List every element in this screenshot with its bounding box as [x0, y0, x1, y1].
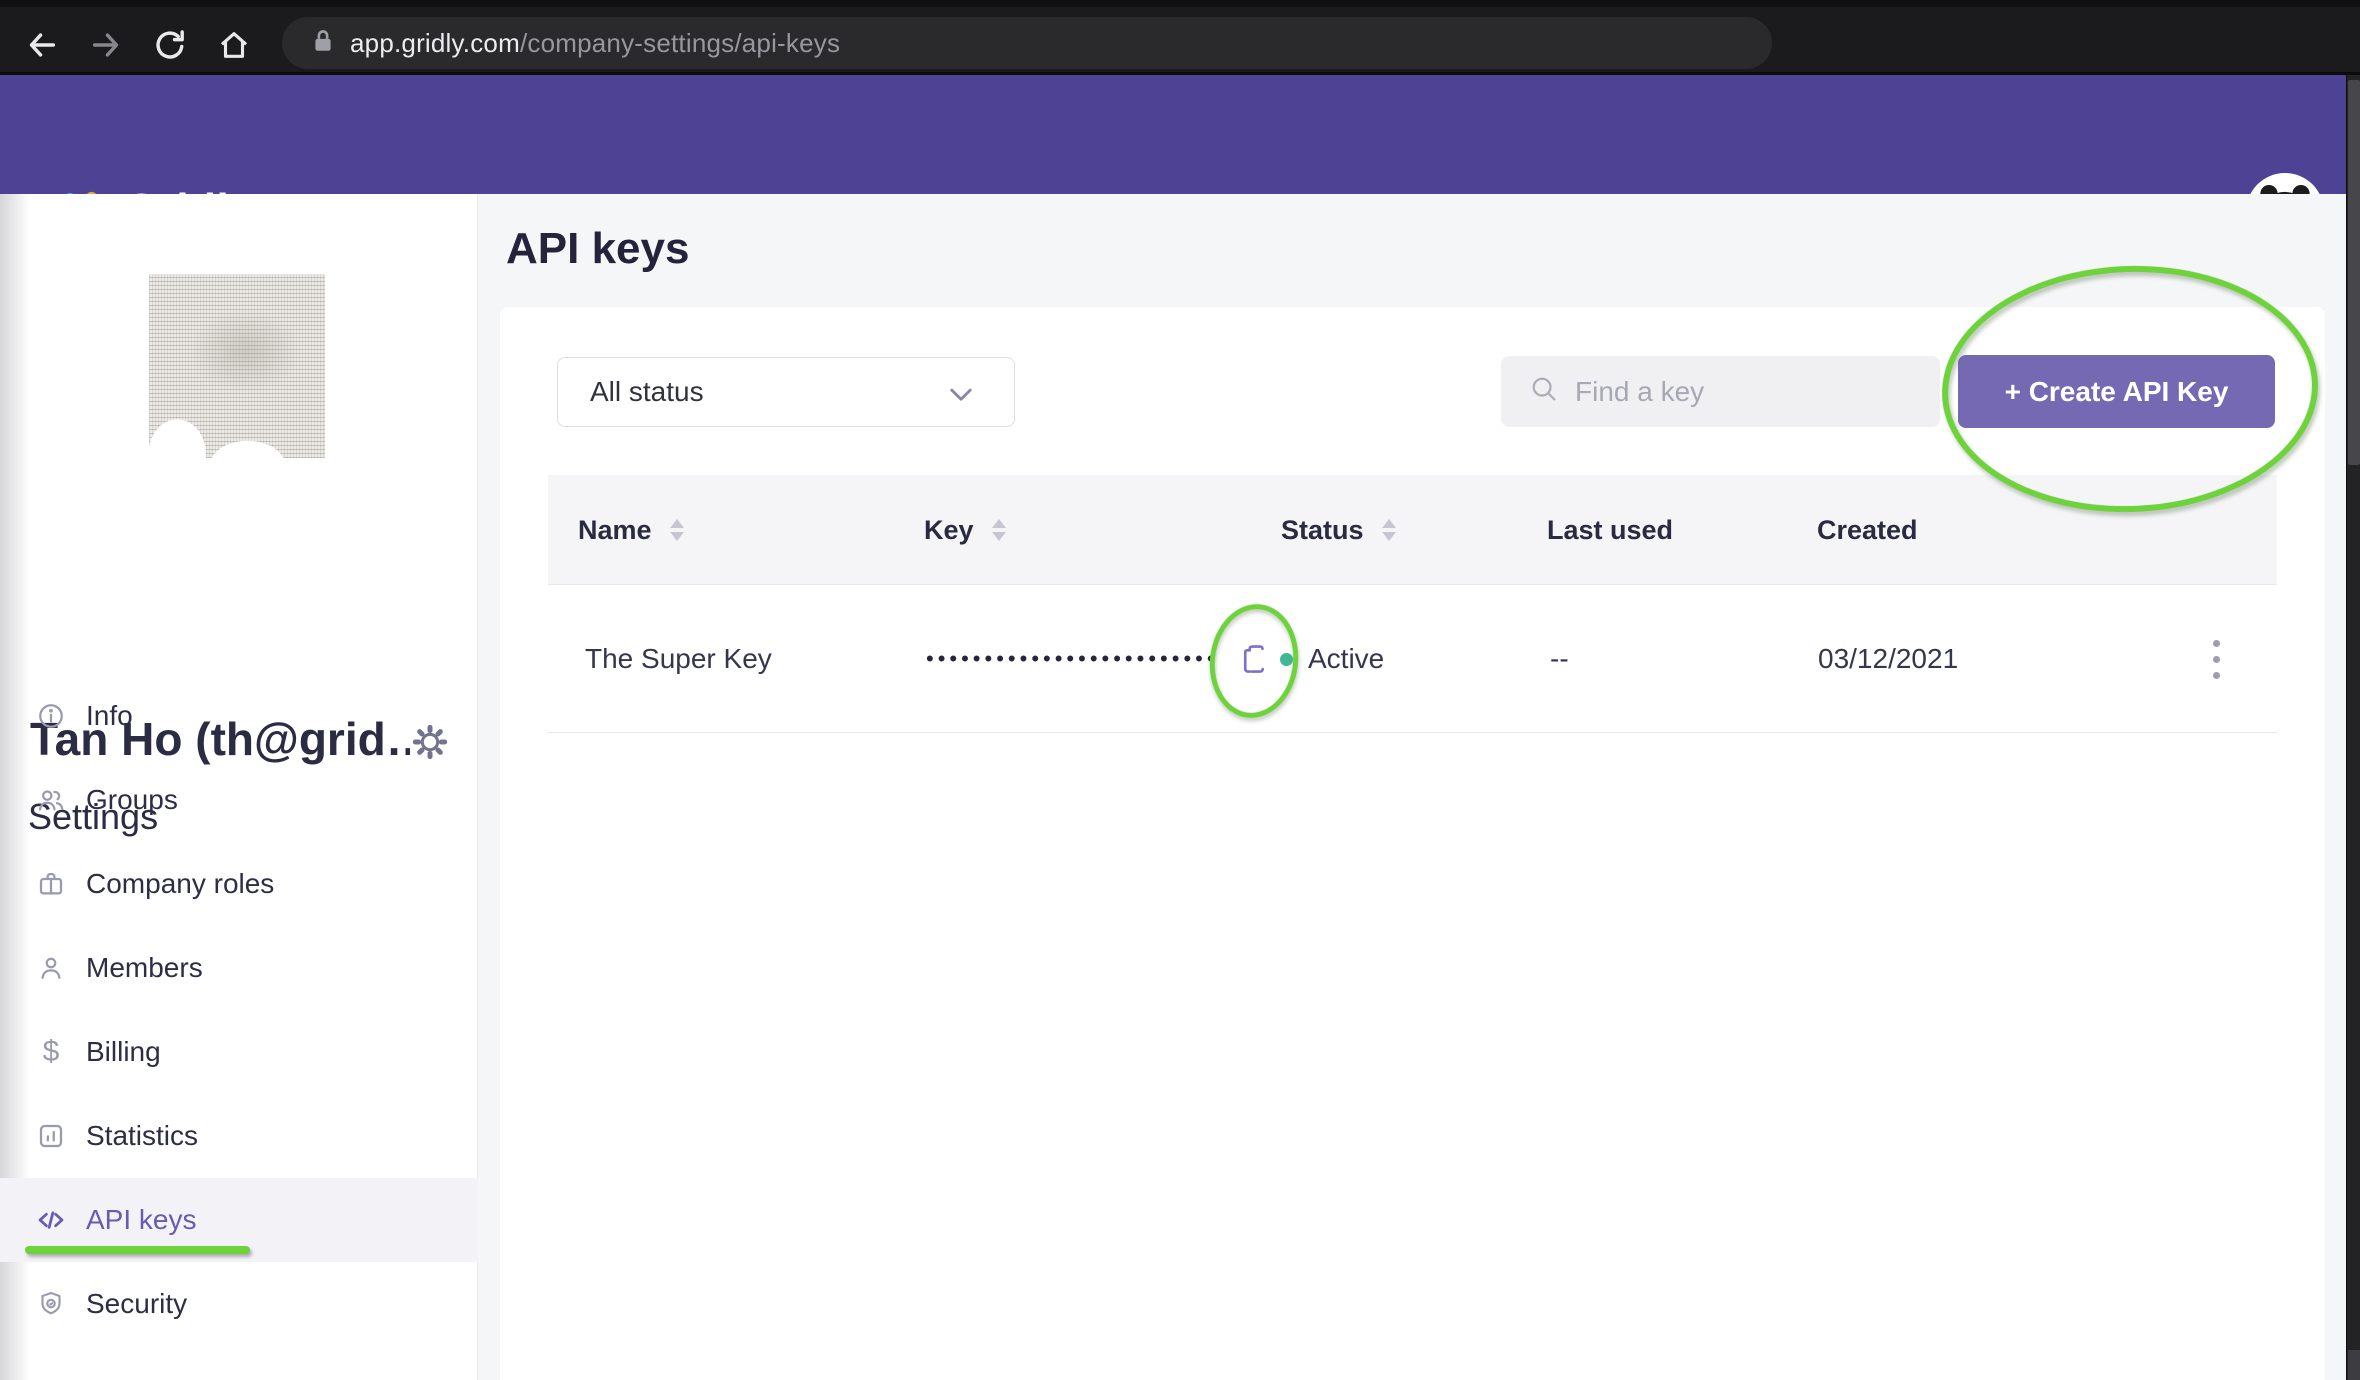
page-scrollbar [2346, 75, 2360, 1380]
column-label: Key [924, 515, 974, 546]
api-keys-panel: All status + Create API Key Name Key [500, 307, 2325, 1380]
sidebar-item-label: Security [86, 1288, 187, 1320]
sidebar-item-label: Company roles [86, 868, 274, 900]
masked-key-cell: ••••••••••••••••••••••••• [926, 585, 1219, 733]
url-host: app.gridly.com [350, 28, 520, 58]
sidebar-item-label: Members [86, 952, 203, 984]
url-path: /company-settings/api-keys [520, 28, 840, 58]
status-cell: Active [1308, 585, 1384, 733]
chevron-down-icon [948, 387, 974, 408]
column-label: Created [1817, 515, 1918, 546]
sidebar-item-members[interactable]: Members [0, 926, 478, 1010]
status-filter-select[interactable]: All status [557, 357, 1015, 427]
key-name-cell: The Super Key [585, 585, 772, 733]
member-icon [36, 953, 66, 983]
sidebar-item-label: Statistics [86, 1120, 198, 1152]
last-used-cell: -- [1550, 585, 1569, 733]
browser-chrome: app.gridly.com/company-settings/api-keys [0, 0, 2360, 75]
sort-icon[interactable] [992, 519, 1006, 541]
app-header: Gridly Home Settings ? Feedback [0, 75, 2360, 194]
column-header-status: Status [1281, 475, 1396, 585]
row-actions-kebab-icon[interactable] [2194, 625, 2238, 693]
scrollbar-thumb[interactable] [2348, 80, 2360, 465]
lock-icon [312, 28, 334, 59]
address-bar[interactable]: app.gridly.com/company-settings/api-keys [282, 17, 1772, 69]
refresh-icon[interactable] [152, 27, 188, 63]
info-icon [36, 701, 66, 731]
copy-icon[interactable] [1232, 629, 1276, 689]
column-header-key: Key [924, 475, 1006, 585]
table-row: The Super Key ••••••••••••••••••••••••• … [548, 585, 2277, 733]
screen: app.gridly.com/company-settings/api-keys… [0, 0, 2360, 1380]
status-filter-value: All status [590, 376, 704, 408]
sort-icon[interactable] [1382, 519, 1396, 541]
forward-icon[interactable] [88, 27, 124, 63]
sidebar-item-info[interactable]: Info [0, 674, 478, 758]
groups-icon [36, 785, 66, 815]
statistics-icon [36, 1121, 66, 1151]
column-header-name: Name [578, 475, 684, 585]
sidebar-item-label: Info [86, 700, 133, 732]
url-text: app.gridly.com/company-settings/api-keys [350, 28, 840, 59]
briefcase-icon [36, 869, 66, 899]
sidebar-item-label: Billing [86, 1036, 161, 1068]
sidebar-item-groups[interactable]: Groups [0, 758, 478, 842]
annotation-underline [25, 1246, 250, 1254]
page-title: API keys [506, 224, 689, 274]
column-header-last-used: Last used [1547, 475, 1673, 585]
sidebar-item-label: API keys [86, 1204, 196, 1236]
sort-icon[interactable] [670, 519, 684, 541]
created-cell: 03/12/2021 [1818, 585, 1958, 733]
search-icon [1501, 374, 1559, 409]
code-icon [36, 1205, 66, 1235]
sidebar-item-billing[interactable]: $ Billing [0, 1010, 478, 1094]
sidebar-item-label: Groups [86, 784, 178, 816]
sidebar-item-statistics[interactable]: Statistics [0, 1094, 478, 1178]
dollar-icon: $ [36, 1037, 66, 1067]
create-api-key-button[interactable]: + Create API Key [1958, 355, 2275, 428]
home-icon[interactable] [216, 27, 252, 63]
search-field [1501, 356, 1940, 427]
table-header-row: Name Key Status Last used Created [548, 475, 2277, 585]
settings-sidebar: Tan Ho (th@grid… Settings Info [0, 194, 478, 1380]
scrollbar-bottom-cap [2348, 1350, 2360, 1380]
sidebar-item-company-roles[interactable]: Company roles [0, 842, 478, 926]
column-label: Last used [1547, 515, 1673, 546]
search-input[interactable] [1575, 376, 1936, 408]
column-header-created: Created [1817, 475, 1918, 585]
company-avatar-image [149, 274, 325, 458]
sidebar-item-security[interactable]: Security [0, 1262, 478, 1346]
shield-icon [36, 1289, 66, 1319]
column-label: Status [1281, 515, 1364, 546]
column-label: Name [578, 515, 652, 546]
main-content: API keys All status + Create API Key Nam… [478, 194, 2346, 1380]
active-status-dot [1280, 653, 1293, 666]
back-icon[interactable] [24, 27, 60, 63]
